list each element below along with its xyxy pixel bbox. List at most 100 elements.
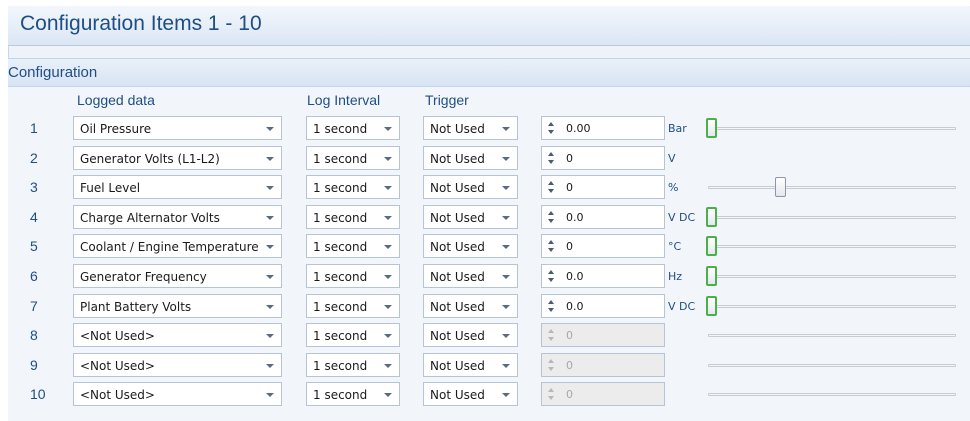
chevron-down-icon[interactable]: [266, 364, 274, 368]
chevron-down-icon[interactable]: [384, 305, 392, 309]
threshold-slider-thumb[interactable]: [775, 177, 786, 197]
chevron-down-icon[interactable]: [266, 186, 274, 190]
chevron-down-icon[interactable]: [502, 186, 510, 190]
spinner-arrows-icon[interactable]: [548, 209, 556, 225]
log-interval-select[interactable]: 1 second: [306, 175, 400, 199]
log-interval-select[interactable]: 1 second: [306, 205, 400, 229]
threshold-slider-track[interactable]: [708, 216, 956, 219]
logged-data-select[interactable]: Generator Volts (L1-L2): [73, 146, 282, 170]
chevron-down-icon[interactable]: [502, 245, 510, 249]
chevron-down-icon[interactable]: [266, 157, 274, 161]
threshold-slider-thumb[interactable]: [706, 236, 717, 256]
chevron-down-icon[interactable]: [266, 393, 274, 397]
spin-down-icon[interactable]: [548, 189, 554, 193]
threshold-spinner[interactable]: 0: [541, 234, 665, 258]
chevron-down-icon[interactable]: [266, 216, 274, 220]
spin-up-icon[interactable]: [548, 211, 554, 215]
chevron-down-icon[interactable]: [384, 157, 392, 161]
spinner-arrows-icon[interactable]: [548, 268, 556, 284]
threshold-spinner[interactable]: 0.0: [541, 264, 665, 288]
trigger-select[interactable]: Not Used: [423, 353, 518, 377]
chevron-down-icon[interactable]: [502, 127, 510, 131]
logged-data-select[interactable]: Coolant / Engine Temperature: [73, 234, 282, 258]
spinner-arrows-icon[interactable]: [548, 179, 556, 195]
spin-down-icon[interactable]: [548, 248, 554, 252]
chevron-down-icon[interactable]: [502, 216, 510, 220]
logged-data-select[interactable]: Generator Frequency: [73, 264, 282, 288]
chevron-down-icon[interactable]: [384, 127, 392, 131]
chevron-down-icon[interactable]: [266, 334, 274, 338]
chevron-down-icon[interactable]: [384, 275, 392, 279]
threshold-slider-track[interactable]: [708, 127, 956, 130]
spin-down-icon[interactable]: [548, 278, 554, 282]
log-interval-select[interactable]: 1 second: [306, 146, 400, 170]
spin-up-icon[interactable]: [548, 300, 554, 304]
trigger-select[interactable]: Not Used: [423, 116, 518, 140]
threshold-spinner[interactable]: 0: [541, 175, 665, 199]
threshold-spinner[interactable]: 0.00: [541, 116, 665, 140]
log-interval-select[interactable]: 1 second: [306, 353, 400, 377]
log-interval-select[interactable]: 1 second: [306, 323, 400, 347]
spin-down-icon[interactable]: [548, 130, 554, 134]
logged-data-select[interactable]: Charge Alternator Volts: [73, 205, 282, 229]
log-interval-select[interactable]: 1 second: [306, 234, 400, 258]
log-interval-select[interactable]: 1 second: [306, 294, 400, 318]
spin-up-icon[interactable]: [548, 240, 554, 244]
chevron-down-icon[interactable]: [384, 393, 392, 397]
chevron-down-icon[interactable]: [502, 364, 510, 368]
threshold-spinner[interactable]: 0.0: [541, 205, 665, 229]
threshold-slider-thumb[interactable]: [706, 296, 717, 316]
spinner-arrows-icon[interactable]: [548, 298, 556, 314]
spinner-arrows-icon[interactable]: [548, 238, 556, 254]
chevron-down-icon[interactable]: [384, 216, 392, 220]
trigger-select[interactable]: Not Used: [423, 264, 518, 288]
trigger-select[interactable]: Not Used: [423, 323, 518, 347]
trigger-select[interactable]: Not Used: [423, 234, 518, 258]
logged-data-select[interactable]: <Not Used>: [73, 353, 282, 377]
chevron-down-icon[interactable]: [502, 275, 510, 279]
trigger-select[interactable]: Not Used: [423, 146, 518, 170]
threshold-spinner[interactable]: 0: [541, 146, 665, 170]
chevron-down-icon[interactable]: [384, 186, 392, 190]
chevron-down-icon[interactable]: [266, 245, 274, 249]
spin-down-icon[interactable]: [548, 308, 554, 312]
trigger-select[interactable]: Not Used: [423, 382, 518, 406]
threshold-spinner[interactable]: 0.0: [541, 294, 665, 318]
spin-down-icon[interactable]: [548, 160, 554, 164]
chevron-down-icon[interactable]: [384, 364, 392, 368]
threshold-slider-track[interactable]: [708, 186, 956, 189]
logged-data-select[interactable]: Plant Battery Volts: [73, 294, 282, 318]
chevron-down-icon[interactable]: [266, 305, 274, 309]
threshold-slider-track[interactable]: [708, 305, 956, 308]
chevron-down-icon[interactable]: [502, 334, 510, 338]
trigger-select[interactable]: Not Used: [423, 294, 518, 318]
log-interval-select[interactable]: 1 second: [306, 382, 400, 406]
spin-up-icon[interactable]: [548, 270, 554, 274]
chevron-down-icon[interactable]: [502, 305, 510, 309]
threshold-slider-track[interactable]: [708, 245, 956, 248]
chevron-down-icon[interactable]: [266, 275, 274, 279]
chevron-down-icon[interactable]: [502, 157, 510, 161]
threshold-slider-thumb[interactable]: [706, 118, 717, 138]
spin-up-icon[interactable]: [548, 181, 554, 185]
logged-data-select[interactable]: <Not Used>: [73, 323, 282, 347]
spinner-arrows-icon[interactable]: [548, 150, 556, 166]
log-interval-select[interactable]: 1 second: [306, 264, 400, 288]
log-interval-select[interactable]: 1 second: [306, 116, 400, 140]
trigger-select[interactable]: Not Used: [423, 175, 518, 199]
trigger-select[interactable]: Not Used: [423, 205, 518, 229]
logged-data-select[interactable]: <Not Used>: [73, 382, 282, 406]
chevron-down-icon[interactable]: [384, 334, 392, 338]
threshold-slider-thumb[interactable]: [706, 266, 717, 286]
logged-data-select[interactable]: Oil Pressure: [73, 116, 282, 140]
chevron-down-icon[interactable]: [266, 127, 274, 131]
chevron-down-icon[interactable]: [502, 393, 510, 397]
spin-up-icon[interactable]: [548, 152, 554, 156]
threshold-slider-thumb[interactable]: [706, 207, 717, 227]
logged-data-select[interactable]: Fuel Level: [73, 175, 282, 199]
spin-down-icon[interactable]: [548, 219, 554, 223]
spin-up-icon[interactable]: [548, 122, 554, 126]
spinner-arrows-icon[interactable]: [548, 120, 556, 136]
threshold-slider-track[interactable]: [708, 275, 956, 278]
chevron-down-icon[interactable]: [384, 245, 392, 249]
